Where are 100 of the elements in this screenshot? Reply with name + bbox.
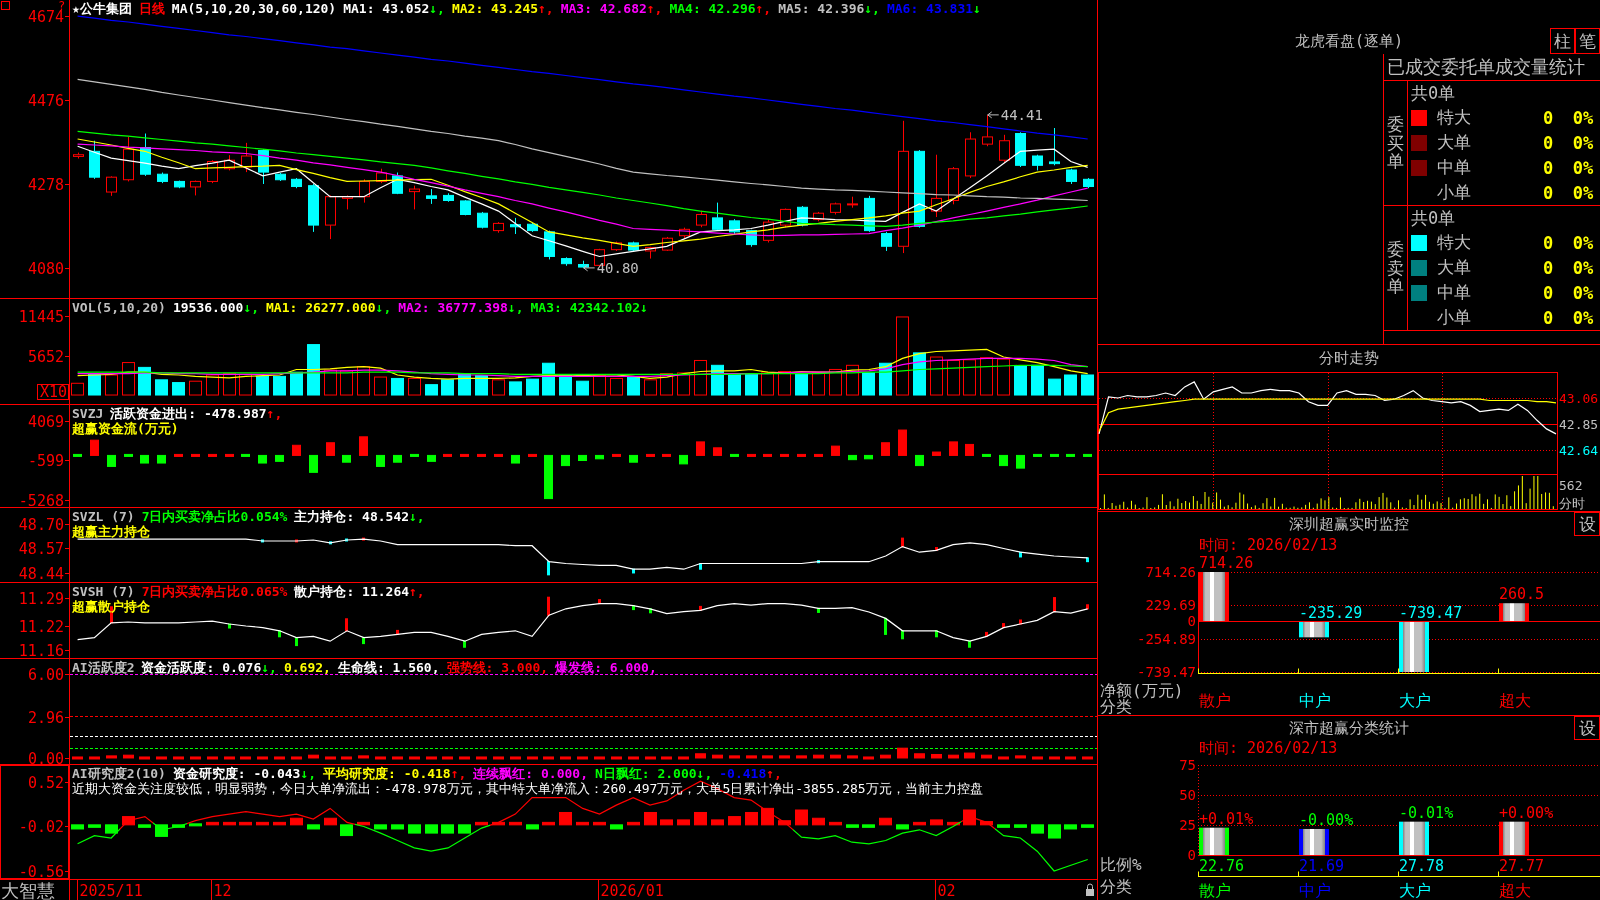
category-label: 超大: [1499, 691, 1531, 710]
legend-item: 7日内买卖净占比0.054%: [141, 509, 288, 524]
category-label: 中户: [1299, 881, 1331, 900]
axis-label: -254.89: [1137, 630, 1196, 647]
legend-item: -0.418↑,: [719, 766, 782, 781]
category-label: 大户: [1399, 881, 1431, 900]
legend-item: 7日内买卖净占比0.065%: [141, 584, 288, 599]
annotation: 40.80: [596, 259, 639, 276]
legend-item: 平均研究度: -0.418↑,: [323, 766, 467, 781]
axis-label: -739.47: [1137, 664, 1196, 680]
legend-item: 活跃资金进出: -478.987↑,: [110, 406, 283, 421]
row-label: 中单: [1437, 156, 1472, 179]
percent-value: 0%: [1571, 157, 1595, 178]
percent-value: 0%: [1571, 232, 1595, 253]
percent-value: 0%: [1571, 257, 1595, 278]
panel-title: 分时走势: [1319, 349, 1379, 368]
axis-label: 4278: [27, 175, 64, 194]
axis-label: 0: [1187, 613, 1196, 630]
axis-label: 714.26: [1145, 564, 1196, 580]
annotation: 44.41: [1000, 106, 1043, 123]
category-label: 散户: [1199, 691, 1231, 710]
percent-value: 0%: [1571, 282, 1595, 303]
order-count: 0: [1541, 307, 1555, 328]
axis-label: 229.69: [1145, 597, 1196, 614]
legend-item: 日线: [138, 1, 165, 16]
row-label: 大单: [1437, 131, 1472, 154]
legend-item: MA2: 36777.398↓,: [398, 300, 524, 315]
legend-item: ★公牛集团: [72, 1, 132, 16]
group-label: 委买单: [1387, 114, 1404, 172]
axis-caption: 分类: [1100, 697, 1132, 715]
axis-label: 50: [1179, 787, 1196, 803]
percent-value: 0%: [1571, 307, 1595, 328]
time-label: 时间: 2026/02/13: [1198, 536, 1339, 554]
volume-label: 562: [1559, 478, 1583, 493]
legend-item: SVZL (7): [72, 509, 135, 524]
total-count: 共0单: [1411, 82, 1457, 105]
legend-item: SVSH (7): [72, 584, 135, 599]
order-count: 0: [1541, 157, 1555, 178]
axis-label: 42.64: [1559, 443, 1599, 458]
volume-caption: 分时: [1559, 496, 1585, 511]
legend-item: VOL(5,10,20): [72, 300, 166, 315]
legend-item: AI研究度2(10): [72, 766, 166, 781]
change-label: -0.01%: [1399, 803, 1454, 822]
date-label: 02: [937, 882, 956, 900]
axis-label: 75: [1179, 757, 1196, 773]
category-label: 散户: [1199, 881, 1231, 900]
value-label: -235.29: [1299, 603, 1363, 622]
legend-item: 0.692,: [283, 660, 331, 675]
panel-title: 深市超赢分类统计: [1289, 718, 1409, 738]
axis-label: -5268: [18, 491, 64, 507]
value-label: 22.76: [1199, 857, 1245, 875]
axis-label: 6.00: [27, 665, 64, 684]
legend-item: MA1: 26277.000↓,: [266, 300, 392, 315]
legend-item: MA6: 43.831↓: [886, 1, 981, 16]
legend-item: 散户持仓: 11.264↑,: [294, 584, 425, 599]
axis-label: 43.06: [1559, 391, 1599, 406]
legend-item: 生命线: 1.560,: [337, 660, 440, 675]
legend-item: 超赢资金流(万元): [72, 421, 179, 436]
axis-label: 4080: [27, 259, 64, 278]
table-title: 已成交委托单成交量统计: [1384, 54, 1600, 81]
date-label: 2025/11: [79, 882, 143, 900]
order-count: 0: [1541, 182, 1555, 203]
legend-item: SVZJ: [72, 406, 104, 421]
order-count: 0: [1541, 232, 1555, 253]
order-count: 0: [1541, 132, 1555, 153]
legend-item: 资金研究度: -0.043↓,: [172, 766, 317, 781]
legend-item: MA2: 43.245↑,: [451, 1, 554, 16]
axis-label: 48.70: [18, 515, 64, 534]
legend-item: 超赢散户持仓: [72, 599, 150, 614]
row-label: 特大: [1437, 231, 1472, 254]
axis-label: 4476: [27, 91, 64, 110]
change-label: +0.00%: [1499, 803, 1554, 822]
legend-item: 强势线: 3.000,: [446, 660, 549, 675]
percent-value: 0%: [1571, 107, 1595, 128]
price-label: 40.80: [583, 259, 639, 276]
order-count: 0: [1541, 257, 1555, 278]
legend-item: MA4: 42.296↑,: [669, 1, 772, 16]
legend-item: MA3: 42.682↑,: [560, 1, 663, 16]
row-label: 特大: [1437, 106, 1472, 129]
brand-name: 大智慧: [1, 880, 55, 900]
panel-title: 龙虎看盘(逐单): [1294, 31, 1404, 51]
value-label: -739.47: [1399, 603, 1463, 622]
legend-item: 连续飘红: 0.000,: [473, 766, 588, 781]
category-label: 大户: [1399, 691, 1431, 710]
time-label: 时间: 2026/02/13: [1198, 740, 1339, 756]
scale-label: X10: [37, 383, 69, 401]
category-label: 超大: [1499, 881, 1531, 900]
legend-item: MA(5,10,20,30,60,120): [171, 1, 337, 16]
axis-caption: 比例%: [1100, 855, 1142, 874]
axis-label: 11445: [18, 307, 64, 326]
axis-label: 42.85: [1559, 417, 1599, 432]
date-label: 2026/01: [600, 882, 664, 900]
axis-label: 0.52: [27, 773, 64, 792]
order-count: 0: [1541, 107, 1555, 128]
row-label: 大单: [1437, 256, 1472, 279]
percent-value: 0%: [1571, 182, 1595, 203]
axis-label: 11.29: [18, 589, 64, 608]
date-label: 12: [213, 882, 232, 900]
group-label: 委卖单: [1387, 239, 1404, 297]
axis-label: 0: [1187, 847, 1196, 863]
